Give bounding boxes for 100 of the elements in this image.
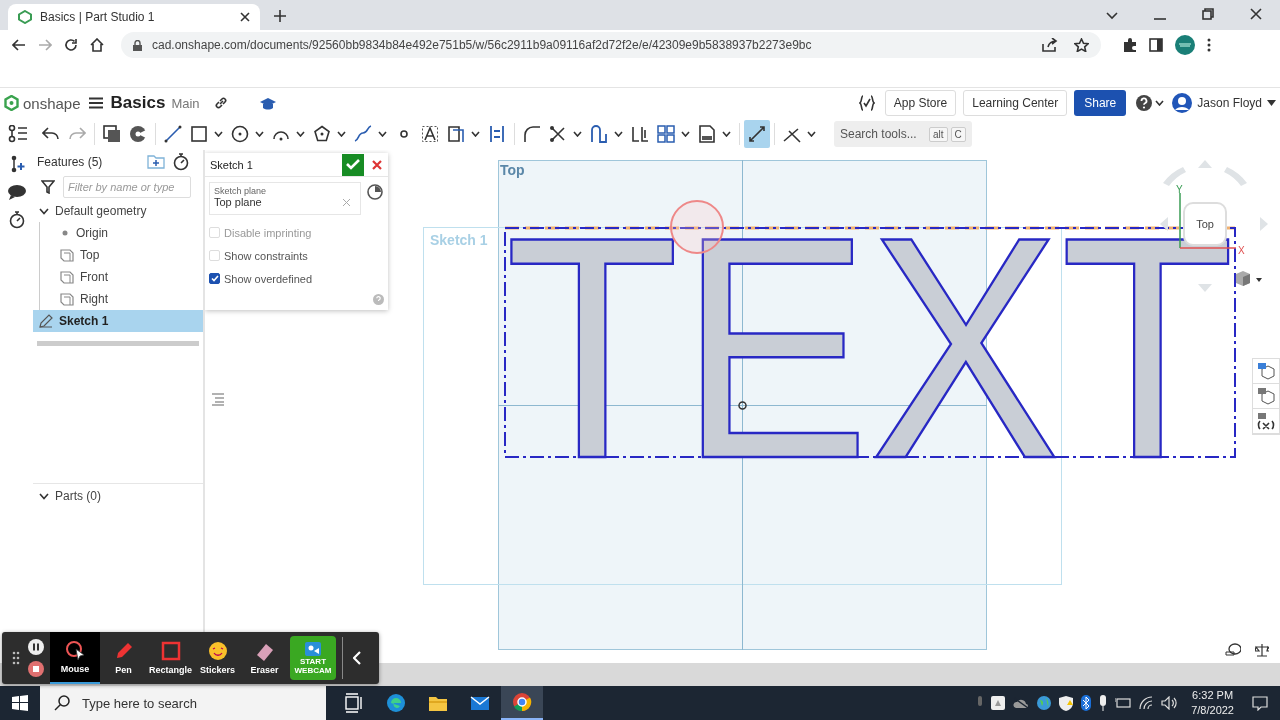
chevron-icon[interactable] bbox=[1106, 11, 1118, 20]
stopwatch-icon[interactable] bbox=[173, 153, 189, 171]
user-avatar-icon bbox=[1172, 93, 1193, 114]
cube-icon[interactable] bbox=[1236, 271, 1250, 286]
caret-icon[interactable] bbox=[296, 131, 305, 138]
document-title: Basics bbox=[110, 93, 166, 114]
recorder-tool[interactable]: Rectangle bbox=[147, 632, 194, 684]
close-icon[interactable] bbox=[240, 11, 250, 22]
close-icon[interactable] bbox=[1250, 7, 1262, 20]
caret-icon[interactable] bbox=[807, 131, 816, 138]
caret-icon[interactable] bbox=[1256, 278, 1262, 282]
sidebar-icon[interactable] bbox=[1149, 38, 1163, 53]
caret-icon[interactable] bbox=[614, 131, 623, 138]
taskbar-app[interactable] bbox=[501, 686, 543, 720]
more-icon[interactable] bbox=[1207, 38, 1211, 53]
accept-button[interactable] bbox=[342, 153, 364, 176]
bluetooth-icon[interactable] bbox=[1081, 695, 1092, 711]
search-field[interactable]: Search tools... bbox=[840, 127, 926, 142]
notification-icon[interactable] bbox=[1252, 695, 1268, 711]
comment-icon[interactable] bbox=[7, 184, 26, 200]
recorder-tool[interactable]: Mouse bbox=[50, 632, 100, 684]
caret-icon bbox=[1267, 100, 1276, 107]
shortcut-key: alt bbox=[929, 126, 948, 142]
filter-field[interactable]: Filter by name or type bbox=[63, 176, 191, 198]
caret-icon[interactable] bbox=[722, 131, 731, 138]
edge-icon bbox=[386, 693, 406, 713]
scale-icon[interactable] bbox=[1255, 643, 1269, 657]
star-icon[interactable] bbox=[1074, 38, 1089, 53]
taskbar-search-box[interactable]: Type here to search bbox=[40, 686, 326, 720]
drive-icon[interactable] bbox=[991, 696, 1006, 710]
eraser-icon bbox=[254, 641, 275, 661]
search-box[interactable]: Search tools... alt C bbox=[834, 121, 972, 148]
menu-icon[interactable] bbox=[88, 97, 103, 110]
caret-icon[interactable] bbox=[337, 131, 346, 138]
header-button[interactable]: Share bbox=[1074, 90, 1127, 117]
tree-item[interactable]: Sketch 1 bbox=[33, 310, 203, 332]
minimize-icon[interactable] bbox=[1154, 17, 1166, 20]
tree-item[interactable]: Right bbox=[40, 288, 203, 310]
pause-icon[interactable] bbox=[28, 639, 44, 655]
grip-icon[interactable] bbox=[12, 651, 20, 665]
header-button[interactable]: Learning Center bbox=[963, 90, 1068, 117]
link-icon[interactable] bbox=[213, 96, 228, 111]
tree-item[interactable]: Default geometry bbox=[33, 200, 203, 222]
stopwatch-icon[interactable] bbox=[8, 211, 25, 229]
chrome-icon bbox=[512, 692, 532, 712]
clock-icon[interactable] bbox=[367, 184, 383, 200]
cursor-ring-icon bbox=[65, 640, 85, 660]
cloud-icon[interactable] bbox=[1013, 697, 1030, 709]
caret-icon[interactable] bbox=[1155, 100, 1165, 107]
caret-icon[interactable] bbox=[214, 131, 223, 138]
field-value: Top plane bbox=[214, 196, 262, 208]
caret-icon[interactable] bbox=[471, 131, 480, 138]
search-field[interactable]: Type here to search bbox=[80, 694, 304, 712]
camera-icon bbox=[305, 641, 321, 656]
shield-icon[interactable] bbox=[1059, 695, 1074, 711]
chevron-left-icon[interactable] bbox=[353, 651, 361, 665]
avatar-icon[interactable] bbox=[1175, 35, 1195, 56]
help-icon[interactable] bbox=[1136, 95, 1153, 112]
caret-icon[interactable] bbox=[573, 131, 582, 138]
plus-icon[interactable] bbox=[274, 9, 286, 22]
graduation-cap-icon[interactable] bbox=[259, 96, 276, 110]
globe-icon[interactable] bbox=[1037, 696, 1052, 710]
address-field[interactable]: cad.onshape.com/documents/92560bb9834b84e492e751b5/w/56c2911b9a09116af2d72f2e/e/42309e9b5838937b2273e9bc bbox=[121, 32, 1101, 59]
tree-item[interactable]: Top bbox=[40, 244, 203, 266]
home-icon[interactable] bbox=[90, 38, 104, 53]
speaker-icon[interactable] bbox=[1161, 696, 1178, 710]
browser-tab[interactable]: Basics | Part Studio 1 bbox=[8, 3, 260, 30]
tape-measure-icon[interactable] bbox=[1225, 643, 1241, 656]
stop-icon[interactable] bbox=[28, 661, 44, 677]
scrollbar[interactable] bbox=[37, 341, 199, 346]
back-icon[interactable] bbox=[12, 39, 26, 52]
puzzle-icon[interactable] bbox=[1123, 38, 1137, 53]
sketch-plane-field[interactable]: Sketch plane Top plane bbox=[209, 182, 361, 215]
restore-icon[interactable] bbox=[1202, 7, 1214, 20]
caret-icon[interactable] bbox=[378, 131, 387, 138]
feature-list-icon[interactable] bbox=[8, 125, 28, 144]
checkbox-option[interactable]: Show overdefined bbox=[205, 267, 388, 290]
parts-section-header[interactable]: Parts (0) bbox=[39, 489, 101, 503]
user-menu[interactable]: Jason Floyd bbox=[1172, 93, 1276, 114]
header-button[interactable]: App Store bbox=[884, 90, 957, 117]
caret-icon[interactable] bbox=[255, 131, 264, 138]
checkbox-option[interactable]: Show constraints bbox=[205, 244, 388, 267]
tree-item[interactable]: Origin bbox=[40, 222, 203, 244]
logo-text: onshape bbox=[23, 94, 81, 112]
diagonal-icon[interactable] bbox=[744, 120, 770, 149]
wifi-icon[interactable] bbox=[1139, 696, 1154, 710]
branch-label: Main bbox=[171, 95, 200, 111]
folder-add-icon[interactable] bbox=[147, 155, 165, 169]
share-icon[interactable] bbox=[1042, 38, 1058, 53]
onshape-logo-icon[interactable] bbox=[4, 95, 19, 112]
recorder-tool[interactable]: Pen bbox=[100, 632, 147, 684]
microphone-icon[interactable] bbox=[1099, 695, 1108, 711]
caret-icon[interactable] bbox=[681, 131, 690, 138]
variable-icon[interactable] bbox=[858, 95, 875, 112]
chevron-icon[interactable] bbox=[39, 207, 49, 215]
filter-icon[interactable] bbox=[41, 180, 55, 194]
tree-item[interactable]: Front bbox=[40, 266, 203, 288]
reload-icon[interactable] bbox=[64, 38, 78, 53]
windows-icon[interactable] bbox=[12, 695, 28, 711]
battery-icon[interactable] bbox=[1115, 697, 1132, 709]
